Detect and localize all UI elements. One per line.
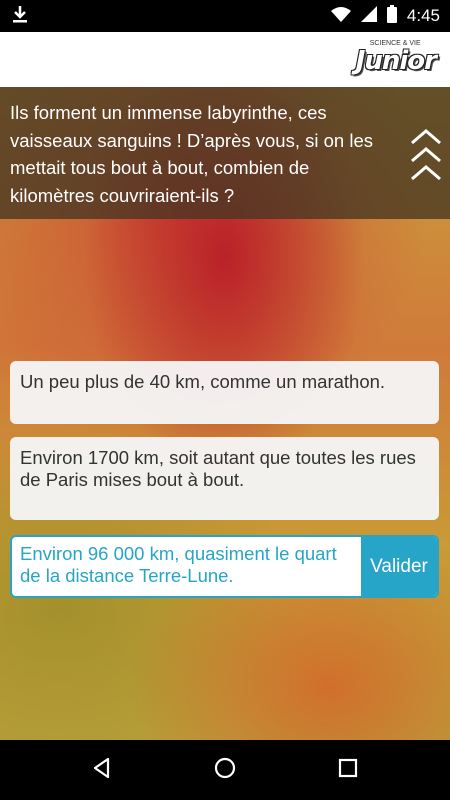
status-bar: 4:45	[0, 0, 450, 32]
question-panel: Ils forment un immense labyrinthe, ces v…	[0, 87, 450, 219]
logo-small-text: SCIENCE & VIE	[369, 40, 421, 47]
cellular-signal-icon	[360, 5, 377, 27]
back-icon[interactable]	[90, 756, 114, 785]
answer-option-label: Environ 1700 km, soit autant que toutes …	[20, 447, 416, 490]
navigation-bar	[0, 740, 450, 800]
answer-option-label: Un peu plus de 40 km, comme un marathon.	[20, 371, 386, 392]
battery-icon	[386, 4, 397, 28]
question-text: Ils forment un immense labyrinthe, ces v…	[10, 102, 373, 206]
recents-icon[interactable]	[336, 756, 360, 785]
expand-chevrons-icon[interactable]	[409, 127, 443, 187]
answer-option-label: Environ 96 000 km, quasiment le quart de…	[20, 543, 337, 586]
validate-button[interactable]: Valider	[361, 537, 437, 596]
status-time: 4:45	[406, 6, 440, 25]
wifi-icon	[330, 6, 351, 27]
answer-option-3-selected[interactable]: Environ 96 000 km, quasiment le quart de…	[10, 535, 439, 598]
answer-option-1[interactable]: Un peu plus de 40 km, comme un marathon.	[10, 361, 439, 424]
app-header: SCIENCE & VIE Junior	[0, 32, 450, 87]
quiz-content: Ils forment un immense labyrinthe, ces v…	[0, 87, 450, 740]
answer-option-2[interactable]: Environ 1700 km, soit autant que toutes …	[10, 437, 439, 520]
home-icon[interactable]	[213, 756, 237, 785]
logo-wordmark: Junior	[355, 46, 437, 76]
download-icon	[10, 4, 30, 29]
logo: SCIENCE & VIE Junior	[355, 40, 437, 76]
